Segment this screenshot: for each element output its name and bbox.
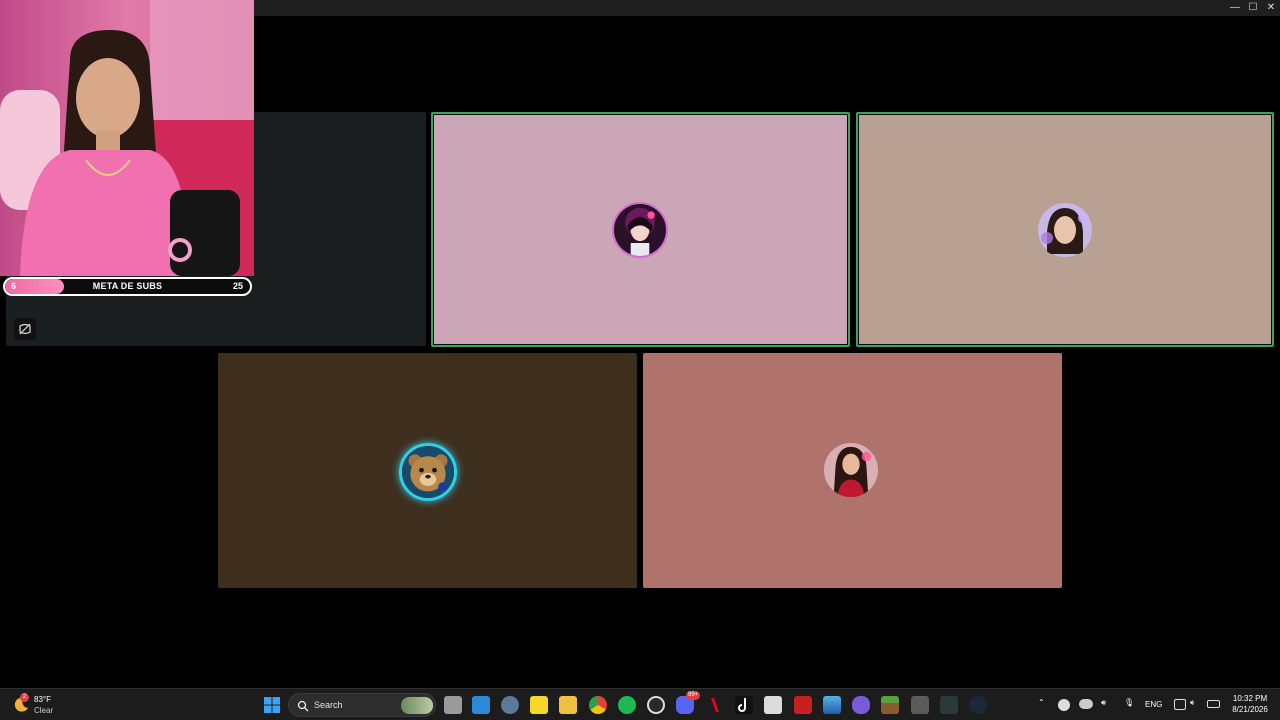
clock-time: 10:32 PM bbox=[1232, 694, 1268, 703]
settings-icon[interactable] bbox=[501, 696, 519, 714]
weather-badge: 2 bbox=[20, 693, 29, 702]
store-icon[interactable] bbox=[472, 696, 490, 714]
participant-tile-brown[interactable] bbox=[218, 353, 637, 588]
chrome-icon[interactable] bbox=[589, 696, 607, 714]
participant-tile-pink[interactable] bbox=[431, 112, 850, 347]
webcam-feed-image bbox=[0, 0, 254, 276]
participant-avatar-girl[interactable] bbox=[1037, 202, 1093, 258]
streamer-webcam bbox=[0, 0, 254, 276]
taskbar: 2 83°F Clear Search 99+ ⌃ 🔊︎ 🎙︎ ENG 🔉︎ 1… bbox=[0, 688, 1280, 720]
participant-tile-tan[interactable] bbox=[856, 112, 1274, 347]
sub-goal-bar: 6 META DE SUBS 25 bbox=[3, 277, 252, 296]
sub-goal-target: 25 bbox=[232, 281, 243, 291]
tray-overflow-chevron-icon[interactable]: ⌃ bbox=[1038, 698, 1045, 707]
sticky-notes-icon[interactable] bbox=[530, 696, 548, 714]
terminal-icon[interactable] bbox=[940, 696, 958, 714]
system-clock[interactable]: 10:32 PM 8/21/2026 bbox=[1222, 693, 1278, 715]
teddy-bear-avatar-icon bbox=[402, 446, 454, 498]
taskbar-search[interactable]: Search bbox=[288, 693, 436, 717]
minimize-button[interactable]: — bbox=[1227, 2, 1243, 14]
woman-avatar-icon bbox=[824, 443, 878, 497]
windows-start-icon[interactable] bbox=[263, 696, 281, 714]
weather-condition: Clear bbox=[34, 706, 54, 715]
spotify-icon[interactable] bbox=[618, 696, 636, 714]
search-highlight-image bbox=[401, 697, 433, 714]
participant-tile-rose[interactable] bbox=[643, 353, 1062, 588]
clock-date: 8/21/2026 bbox=[1232, 705, 1268, 714]
video-off-icon bbox=[19, 323, 31, 335]
screen: — ☐ ✕ 6 META DE SUBS 25 2 83°F Clear Sea… bbox=[0, 0, 1280, 720]
game-controller-icon[interactable] bbox=[852, 696, 870, 714]
close-button[interactable]: ✕ bbox=[1263, 2, 1279, 14]
anime-avatar-icon bbox=[614, 204, 666, 256]
netflix-icon[interactable] bbox=[706, 696, 724, 714]
notepad-icon[interactable] bbox=[764, 696, 782, 714]
video-off-button[interactable] bbox=[14, 318, 36, 340]
volume-icon[interactable]: 🔊︎ bbox=[1101, 698, 1106, 708]
search-label: Search bbox=[314, 700, 343, 710]
participant-avatar-anime[interactable] bbox=[612, 202, 668, 258]
search-icon bbox=[297, 700, 309, 712]
microphone-icon[interactable]: 🎙︎ bbox=[1124, 698, 1134, 707]
obs-icon[interactable] bbox=[647, 696, 665, 714]
language-indicator[interactable]: ENG bbox=[1145, 700, 1162, 709]
battery-icon[interactable] bbox=[1207, 700, 1220, 708]
file-explorer-icon[interactable] bbox=[559, 696, 577, 714]
maximize-button[interactable]: ☐ bbox=[1245, 2, 1261, 14]
girl-avatar-icon bbox=[1037, 202, 1093, 258]
voicemod-icon[interactable] bbox=[794, 696, 812, 714]
weather-widget[interactable]: 2 83°F Clear bbox=[12, 693, 82, 717]
weather-temp: 83°F bbox=[34, 695, 51, 704]
tray-app-icon[interactable] bbox=[1058, 699, 1070, 711]
sub-goal-label: META DE SUBS bbox=[92, 281, 163, 291]
tiktok-icon[interactable] bbox=[735, 696, 753, 714]
participant-avatar-woman[interactable] bbox=[824, 443, 878, 497]
discord-icon[interactable]: 99+ bbox=[676, 691, 701, 714]
steam-icon[interactable] bbox=[969, 696, 987, 714]
photos-icon[interactable] bbox=[823, 696, 841, 714]
onedrive-icon[interactable] bbox=[1079, 699, 1093, 709]
network-icon[interactable] bbox=[1174, 699, 1186, 710]
minecraft-icon[interactable] bbox=[881, 696, 899, 714]
discord-badge: 99+ bbox=[686, 691, 701, 700]
participant-avatar-teddy[interactable] bbox=[399, 443, 457, 501]
task-view-icon[interactable] bbox=[444, 696, 462, 714]
speaker-icon[interactable]: 🔉︎ bbox=[1190, 698, 1195, 708]
calculator-icon[interactable] bbox=[911, 696, 929, 714]
